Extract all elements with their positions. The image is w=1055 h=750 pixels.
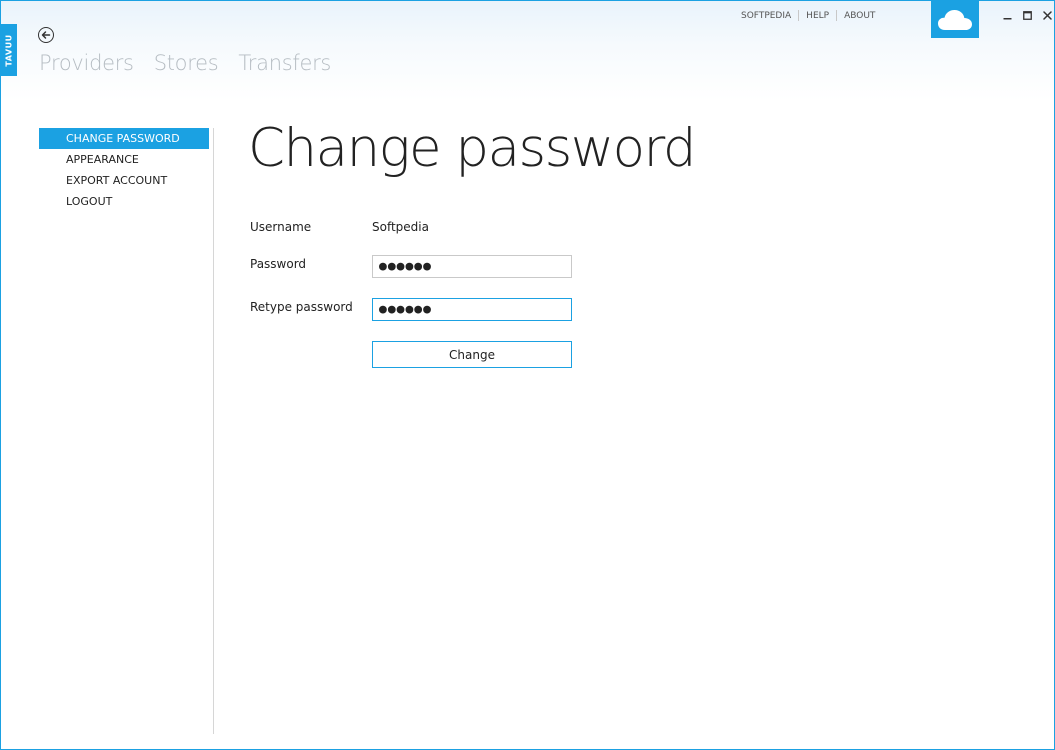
link-help[interactable]: HELP — [806, 11, 829, 21]
username-label: Username — [250, 220, 312, 234]
sidebar-divider — [213, 128, 214, 734]
username-value: Softpedia — [372, 220, 429, 234]
minimize-button[interactable] — [1001, 9, 1014, 22]
sidebar-item-change-password[interactable]: CHANGE PASSWORD — [39, 128, 209, 149]
cloud-icon — [938, 9, 972, 30]
main-nav: Providers Stores Transfers — [39, 51, 331, 75]
brand-tab[interactable]: TAVUU — [1, 24, 17, 76]
close-icon — [1043, 11, 1052, 20]
nav-stores[interactable]: Stores — [154, 51, 219, 75]
back-button[interactable] — [38, 27, 54, 43]
nav-providers[interactable]: Providers — [39, 51, 134, 75]
password-label: Password — [250, 257, 307, 271]
link-about[interactable]: ABOUT — [844, 11, 875, 21]
back-arrow-icon — [41, 31, 51, 39]
close-button[interactable] — [1041, 9, 1054, 22]
password-input[interactable] — [372, 255, 572, 278]
cloud-button[interactable] — [931, 1, 979, 38]
sidebar-item-appearance[interactable]: APPEARANCE — [39, 149, 209, 170]
minimize-icon — [1003, 18, 1012, 20]
brand-tab-label: TAVUU — [4, 33, 14, 67]
link-softpedia[interactable]: SOFTPEDIA — [741, 11, 791, 21]
top-links: SOFTPEDIA HELP ABOUT — [741, 10, 875, 21]
sidebar-item-export-account[interactable]: EXPORT ACCOUNT — [39, 170, 209, 191]
window-controls — [1001, 9, 1054, 22]
settings-sidebar: CHANGE PASSWORD APPEARANCE EXPORT ACCOUN… — [39, 128, 209, 212]
sidebar-item-logout[interactable]: LOGOUT — [39, 191, 209, 212]
page-title: Change password — [248, 118, 697, 179]
maximize-icon — [1023, 11, 1032, 20]
retype-password-label: Retype password — [250, 300, 353, 314]
app-window: TAVUU Providers Stores Transfers SOFTPED… — [0, 0, 1055, 750]
link-separator — [798, 10, 800, 21]
nav-transfers[interactable]: Transfers — [238, 51, 331, 75]
retype-password-input[interactable] — [372, 298, 572, 321]
maximize-button[interactable] — [1021, 9, 1034, 22]
change-button[interactable]: Change — [372, 341, 572, 368]
link-separator — [836, 10, 838, 21]
